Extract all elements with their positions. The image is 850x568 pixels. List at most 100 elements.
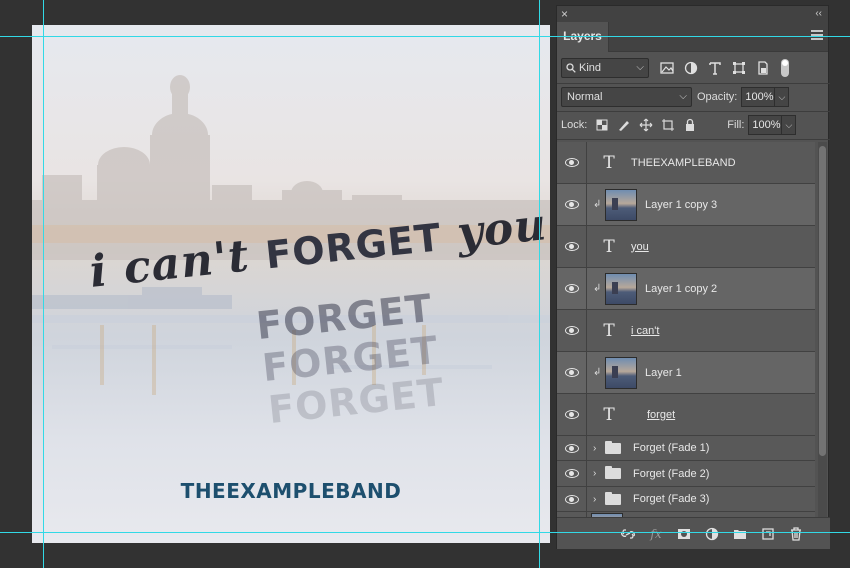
filter-icons	[659, 59, 789, 77]
filter-toggle[interactable]	[781, 59, 789, 77]
hero-lowercase-2: you	[454, 199, 550, 260]
group-row[interactable]: › Forget (Fade 1)	[557, 436, 815, 461]
layer-name: THEEXAMPLEBAND	[631, 156, 736, 169]
search-icon	[566, 63, 576, 73]
chevron-down-icon: ⌵	[636, 62, 644, 73]
blend-mode-label: Normal	[567, 91, 603, 103]
kind-filter-select[interactable]: Kind ⌵	[561, 58, 649, 78]
layers-scrollbar[interactable]	[818, 142, 827, 517]
filter-row: Kind ⌵	[557, 56, 830, 80]
clipping-arrow-icon: ↲	[593, 367, 602, 378]
clipping-arrow-icon: ↲	[593, 199, 602, 210]
layer-name: Forget (Fade 3)	[633, 493, 710, 505]
layer-row[interactable]: T THEEXAMPLEBAND	[557, 142, 815, 184]
visibility-eye-icon[interactable]	[564, 410, 579, 419]
document-canvas[interactable]: i can't FORGET you FORGET FORGET FORGET …	[32, 25, 550, 543]
lock-position-icon[interactable]	[639, 118, 653, 132]
type-filter-icon[interactable]	[707, 60, 723, 76]
adjustment-filter-icon[interactable]	[683, 60, 699, 76]
panel-tabbar: Layers	[557, 22, 828, 52]
layer-name: Forget (Fade 2)	[633, 467, 710, 480]
collapse-icon[interactable]: ‹‹	[815, 6, 822, 22]
vertical-guide[interactable]	[43, 0, 44, 568]
layer-name: Forget (Fade 1)	[633, 442, 710, 454]
layer-name: forget	[647, 408, 676, 421]
layers-bottom-toolbar: fx	[557, 517, 830, 549]
lock-artboard-icon[interactable]	[661, 118, 675, 132]
layer-row[interactable]: ↲ Layer 1 copy 3	[557, 184, 815, 226]
opacity-label: Opacity:	[697, 91, 738, 103]
layer-name: Layer 1 copy 2	[645, 282, 718, 295]
text-layer-icon: T	[603, 320, 615, 341]
divider	[557, 139, 830, 140]
chevron-down-icon: ⌵	[679, 91, 687, 102]
new-layer-icon[interactable]	[760, 526, 776, 542]
mask-icon[interactable]	[676, 526, 692, 542]
divider	[557, 111, 830, 112]
horizontal-guide[interactable]	[0, 36, 850, 37]
visibility-eye-icon[interactable]	[564, 326, 579, 335]
lock-transparent-icon[interactable]	[595, 118, 609, 132]
layers-panel: × ‹‹ Layers Kind ⌵ Normal ⌵ Opacity: 100…	[556, 5, 830, 549]
smart-object-filter-icon[interactable]	[755, 60, 771, 76]
image-filter-icon[interactable]	[659, 60, 675, 76]
shape-filter-icon[interactable]	[731, 60, 747, 76]
layer-thumbnail	[605, 188, 637, 221]
layer-name: Layer 1	[645, 366, 682, 379]
group-row[interactable]: › Forget (Fade 2)	[557, 461, 815, 487]
fx-icon[interactable]: fx	[648, 526, 664, 542]
chevron-right-icon[interactable]: ›	[593, 494, 601, 505]
visibility-eye-icon[interactable]	[564, 368, 579, 377]
layer-name: you	[631, 240, 649, 253]
chevron-right-icon[interactable]: ›	[593, 443, 601, 454]
fill-dropdown-icon[interactable]: ⌵	[782, 115, 797, 135]
scrollbar-thumb[interactable]	[819, 146, 826, 456]
visibility-eye-icon[interactable]	[564, 242, 579, 251]
lock-row: Lock: Fill: 100% ⌵	[557, 114, 830, 136]
lock-label: Lock:	[561, 119, 588, 131]
layer-thumbnail	[605, 356, 637, 389]
fill-label: Fill:	[727, 119, 745, 131]
folder-icon	[605, 491, 621, 505]
opacity-field[interactable]: 100%	[741, 87, 776, 107]
text-layer-icon: T	[603, 152, 615, 173]
folder-icon	[605, 466, 621, 479]
link-icon[interactable]	[620, 526, 636, 542]
layer-row[interactable]: ↲ Layer 1	[557, 352, 815, 394]
layer-row[interactable]: ↲ Layer 1 copy 2	[557, 268, 815, 310]
kind-filter-label: Kind	[579, 62, 602, 74]
horizontal-guide[interactable]	[0, 532, 850, 533]
fill-field[interactable]: 100%	[748, 115, 783, 135]
visibility-eye-icon[interactable]	[564, 443, 579, 453]
lock-image-icon[interactable]	[617, 118, 631, 132]
text-layer-icon: T	[603, 404, 615, 425]
text-layer-icon: T	[603, 236, 615, 257]
layer-name: Layer 1 copy 3	[645, 198, 718, 211]
opacity-dropdown-icon[interactable]: ⌵	[775, 87, 790, 107]
visibility-eye-icon[interactable]	[564, 158, 579, 167]
panel-header: × ‹‹	[557, 6, 828, 22]
layer-row[interactable]: T i can't	[557, 310, 815, 352]
folder-icon	[605, 440, 621, 454]
trash-icon[interactable]	[788, 526, 804, 542]
visibility-eye-icon[interactable]	[564, 284, 579, 293]
layer-row[interactable]: T forget	[557, 394, 815, 436]
visibility-eye-icon[interactable]	[564, 494, 579, 504]
layers-list: T THEEXAMPLEBAND ↲ Layer 1 copy 3 T you …	[557, 142, 815, 517]
visibility-eye-icon[interactable]	[564, 469, 579, 478]
group-row[interactable]: › Forget (Fade 3)	[557, 487, 815, 512]
band-name-text: THEEXAMPLEBAND	[180, 479, 402, 503]
layer-thumbnail	[605, 272, 637, 305]
visibility-eye-icon[interactable]	[564, 200, 579, 209]
adjustment-icon[interactable]	[704, 526, 720, 542]
close-icon[interactable]: ×	[561, 6, 568, 22]
panel-menu-icon[interactable]	[811, 30, 823, 40]
blend-mode-select[interactable]: Normal ⌵	[561, 87, 692, 107]
tab-layers[interactable]: Layers	[557, 22, 609, 52]
clipping-arrow-icon: ↲	[593, 283, 602, 294]
lock-all-icon[interactable]	[683, 118, 697, 132]
new-group-icon[interactable]	[732, 526, 748, 542]
chevron-right-icon[interactable]: ›	[593, 468, 601, 479]
layer-row[interactable]: T you	[557, 226, 815, 268]
vertical-guide[interactable]	[539, 0, 540, 568]
